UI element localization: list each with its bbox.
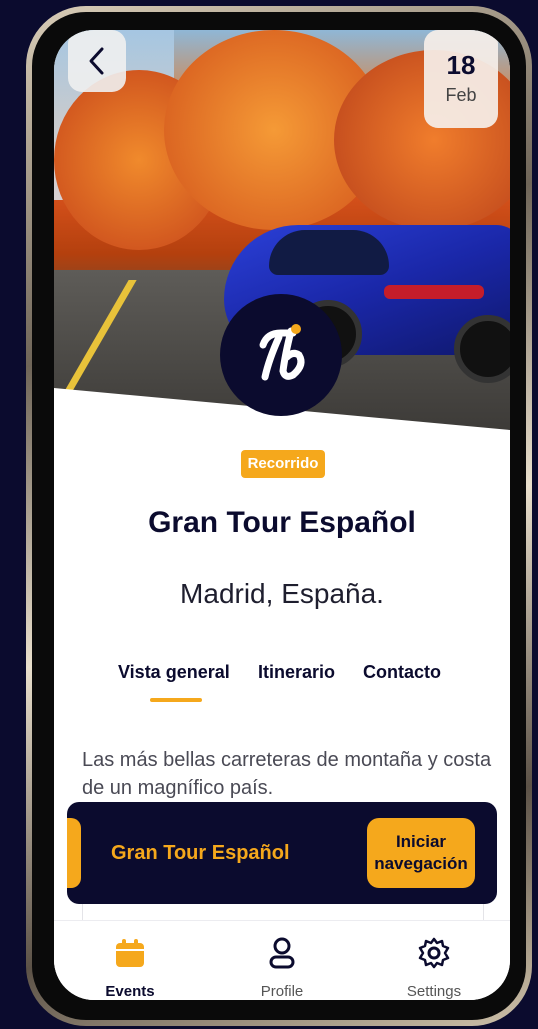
date-month: Feb bbox=[445, 85, 477, 105]
bottom-tab-bar: Events Profile Settings bbox=[54, 920, 510, 1000]
active-tab-indicator bbox=[150, 698, 202, 702]
chevron-left-icon bbox=[89, 47, 104, 75]
back-button[interactable] bbox=[68, 30, 126, 92]
category-badge: Recorrido bbox=[241, 450, 325, 478]
section-tabs: Vista general Itinerario Contacto bbox=[118, 662, 498, 702]
tab-events[interactable]: Events bbox=[70, 921, 190, 1000]
app-screen: 18 Feb Recorrido Gran Tour Español Madri… bbox=[54, 30, 510, 1000]
date-day: 18 bbox=[446, 50, 476, 80]
tab-vista-general[interactable]: Vista general bbox=[118, 662, 230, 683]
tab-settings[interactable]: Settings bbox=[374, 921, 494, 1000]
banner-title: Gran Tour Español bbox=[111, 842, 290, 864]
navigation-banner: Gran Tour Español Iniciar navegación bbox=[67, 802, 497, 904]
event-title: Gran Tour Español bbox=[148, 506, 416, 539]
date-badge: 18 Feb bbox=[424, 30, 498, 128]
brand-logo bbox=[220, 294, 342, 416]
start-navigation-button[interactable]: Iniciar navegación bbox=[367, 818, 475, 888]
tab-itinerario[interactable]: Itinerario bbox=[258, 662, 335, 683]
gear-icon bbox=[418, 937, 450, 969]
event-description: Las más bellas carreteras de montaña y c… bbox=[82, 749, 492, 799]
tab-settings-label: Settings bbox=[406, 983, 462, 1000]
calendar-icon bbox=[116, 939, 144, 967]
tab-contacto[interactable]: Contacto bbox=[363, 662, 441, 683]
tb-logo-icon bbox=[259, 324, 305, 381]
tab-events-label: Events bbox=[105, 983, 155, 1000]
event-location: Madrid, España. bbox=[180, 578, 384, 609]
tab-profile-label: Profile bbox=[260, 983, 304, 1000]
user-icon bbox=[269, 937, 295, 969]
banner-accent bbox=[67, 818, 81, 888]
tab-profile[interactable]: Profile bbox=[222, 921, 342, 1000]
